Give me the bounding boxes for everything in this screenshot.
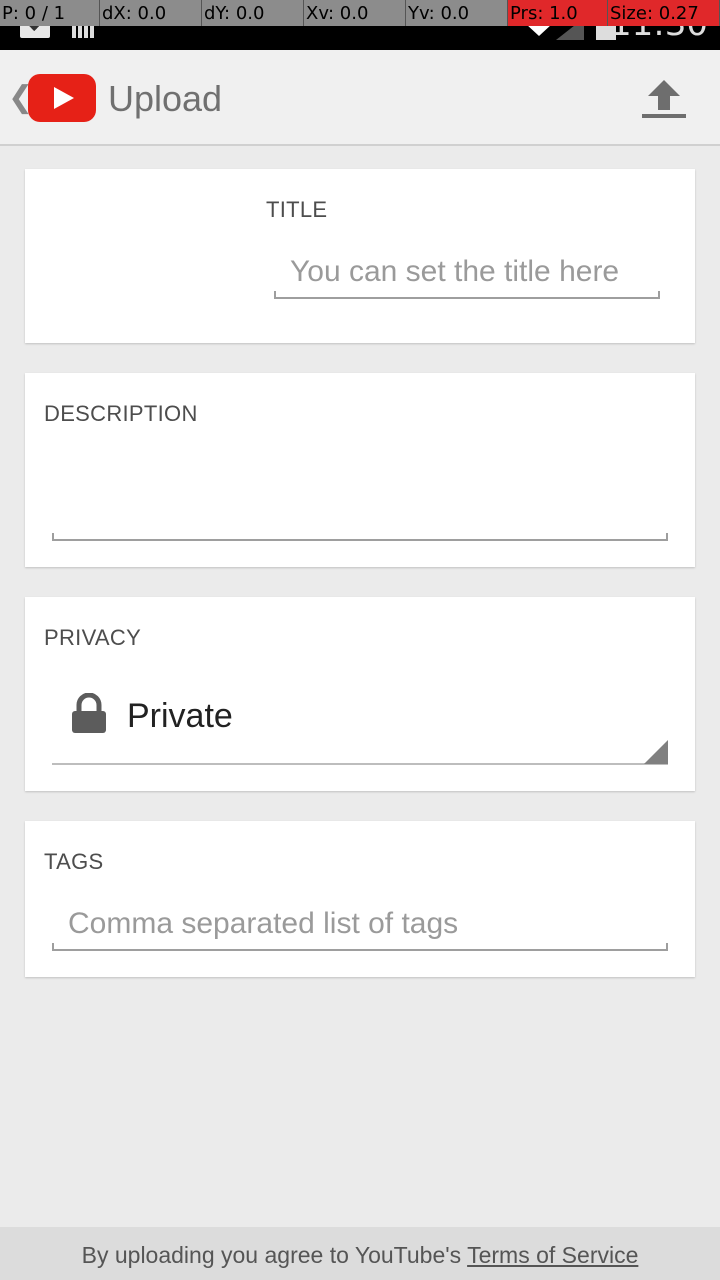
debug-pointer: P: 0 / 1 xyxy=(0,0,100,26)
tags-label: TAGS xyxy=(44,849,104,874)
privacy-underline xyxy=(52,763,668,765)
description-underline xyxy=(52,533,668,541)
tags-input[interactable]: Comma separated list of tags xyxy=(68,907,458,941)
debug-size: Size: 0.27 xyxy=(608,0,720,26)
description-label: DESCRIPTION xyxy=(44,401,198,426)
page-title: Upload xyxy=(108,78,223,119)
debug-dx: dX: 0.0 xyxy=(100,0,202,26)
debug-yv: Yv: 0.0 xyxy=(406,0,508,26)
upload-icon xyxy=(642,80,686,118)
pointer-debug-bar: P: 0 / 1 dX: 0.0 dY: 0.0 Xv: 0.0 Yv: 0.0… xyxy=(0,0,720,26)
title-input[interactable]: You can set the title here xyxy=(290,255,619,289)
debug-pressure: Prs: 1.0 xyxy=(508,0,608,26)
terms-of-service-link[interactable]: Terms of Service xyxy=(467,1242,638,1268)
title-label: TITLE xyxy=(266,197,328,222)
dropdown-corner-icon[interactable] xyxy=(644,740,668,764)
youtube-logo[interactable] xyxy=(28,74,96,122)
footer-text: By uploading you agree to YouTube's xyxy=(81,1242,468,1268)
debug-xv: Xv: 0.0 xyxy=(304,0,406,26)
lock-icon xyxy=(72,693,106,733)
action-bar: ❮ Upload xyxy=(0,50,720,146)
description-card: DESCRIPTION xyxy=(25,373,695,567)
status-bar: 11:30 P: 0 / 1 dX: 0.0 dY: 0.0 Xv: 0.0 Y… xyxy=(0,0,720,50)
tags-underline xyxy=(52,943,668,951)
privacy-card: PRIVACY Private xyxy=(25,597,695,791)
debug-dy: dY: 0.0 xyxy=(202,0,304,26)
terms-footer: By uploading you agree to YouTube's Term… xyxy=(0,1227,720,1280)
title-underline xyxy=(274,291,660,299)
privacy-select[interactable]: Private xyxy=(127,697,233,736)
privacy-label: PRIVACY xyxy=(44,625,142,650)
upload-button[interactable] xyxy=(632,72,696,126)
description-input[interactable] xyxy=(52,463,668,533)
title-card: TITLE You can set the title here xyxy=(25,169,695,343)
tags-card: TAGS Comma separated list of tags xyxy=(25,821,695,977)
